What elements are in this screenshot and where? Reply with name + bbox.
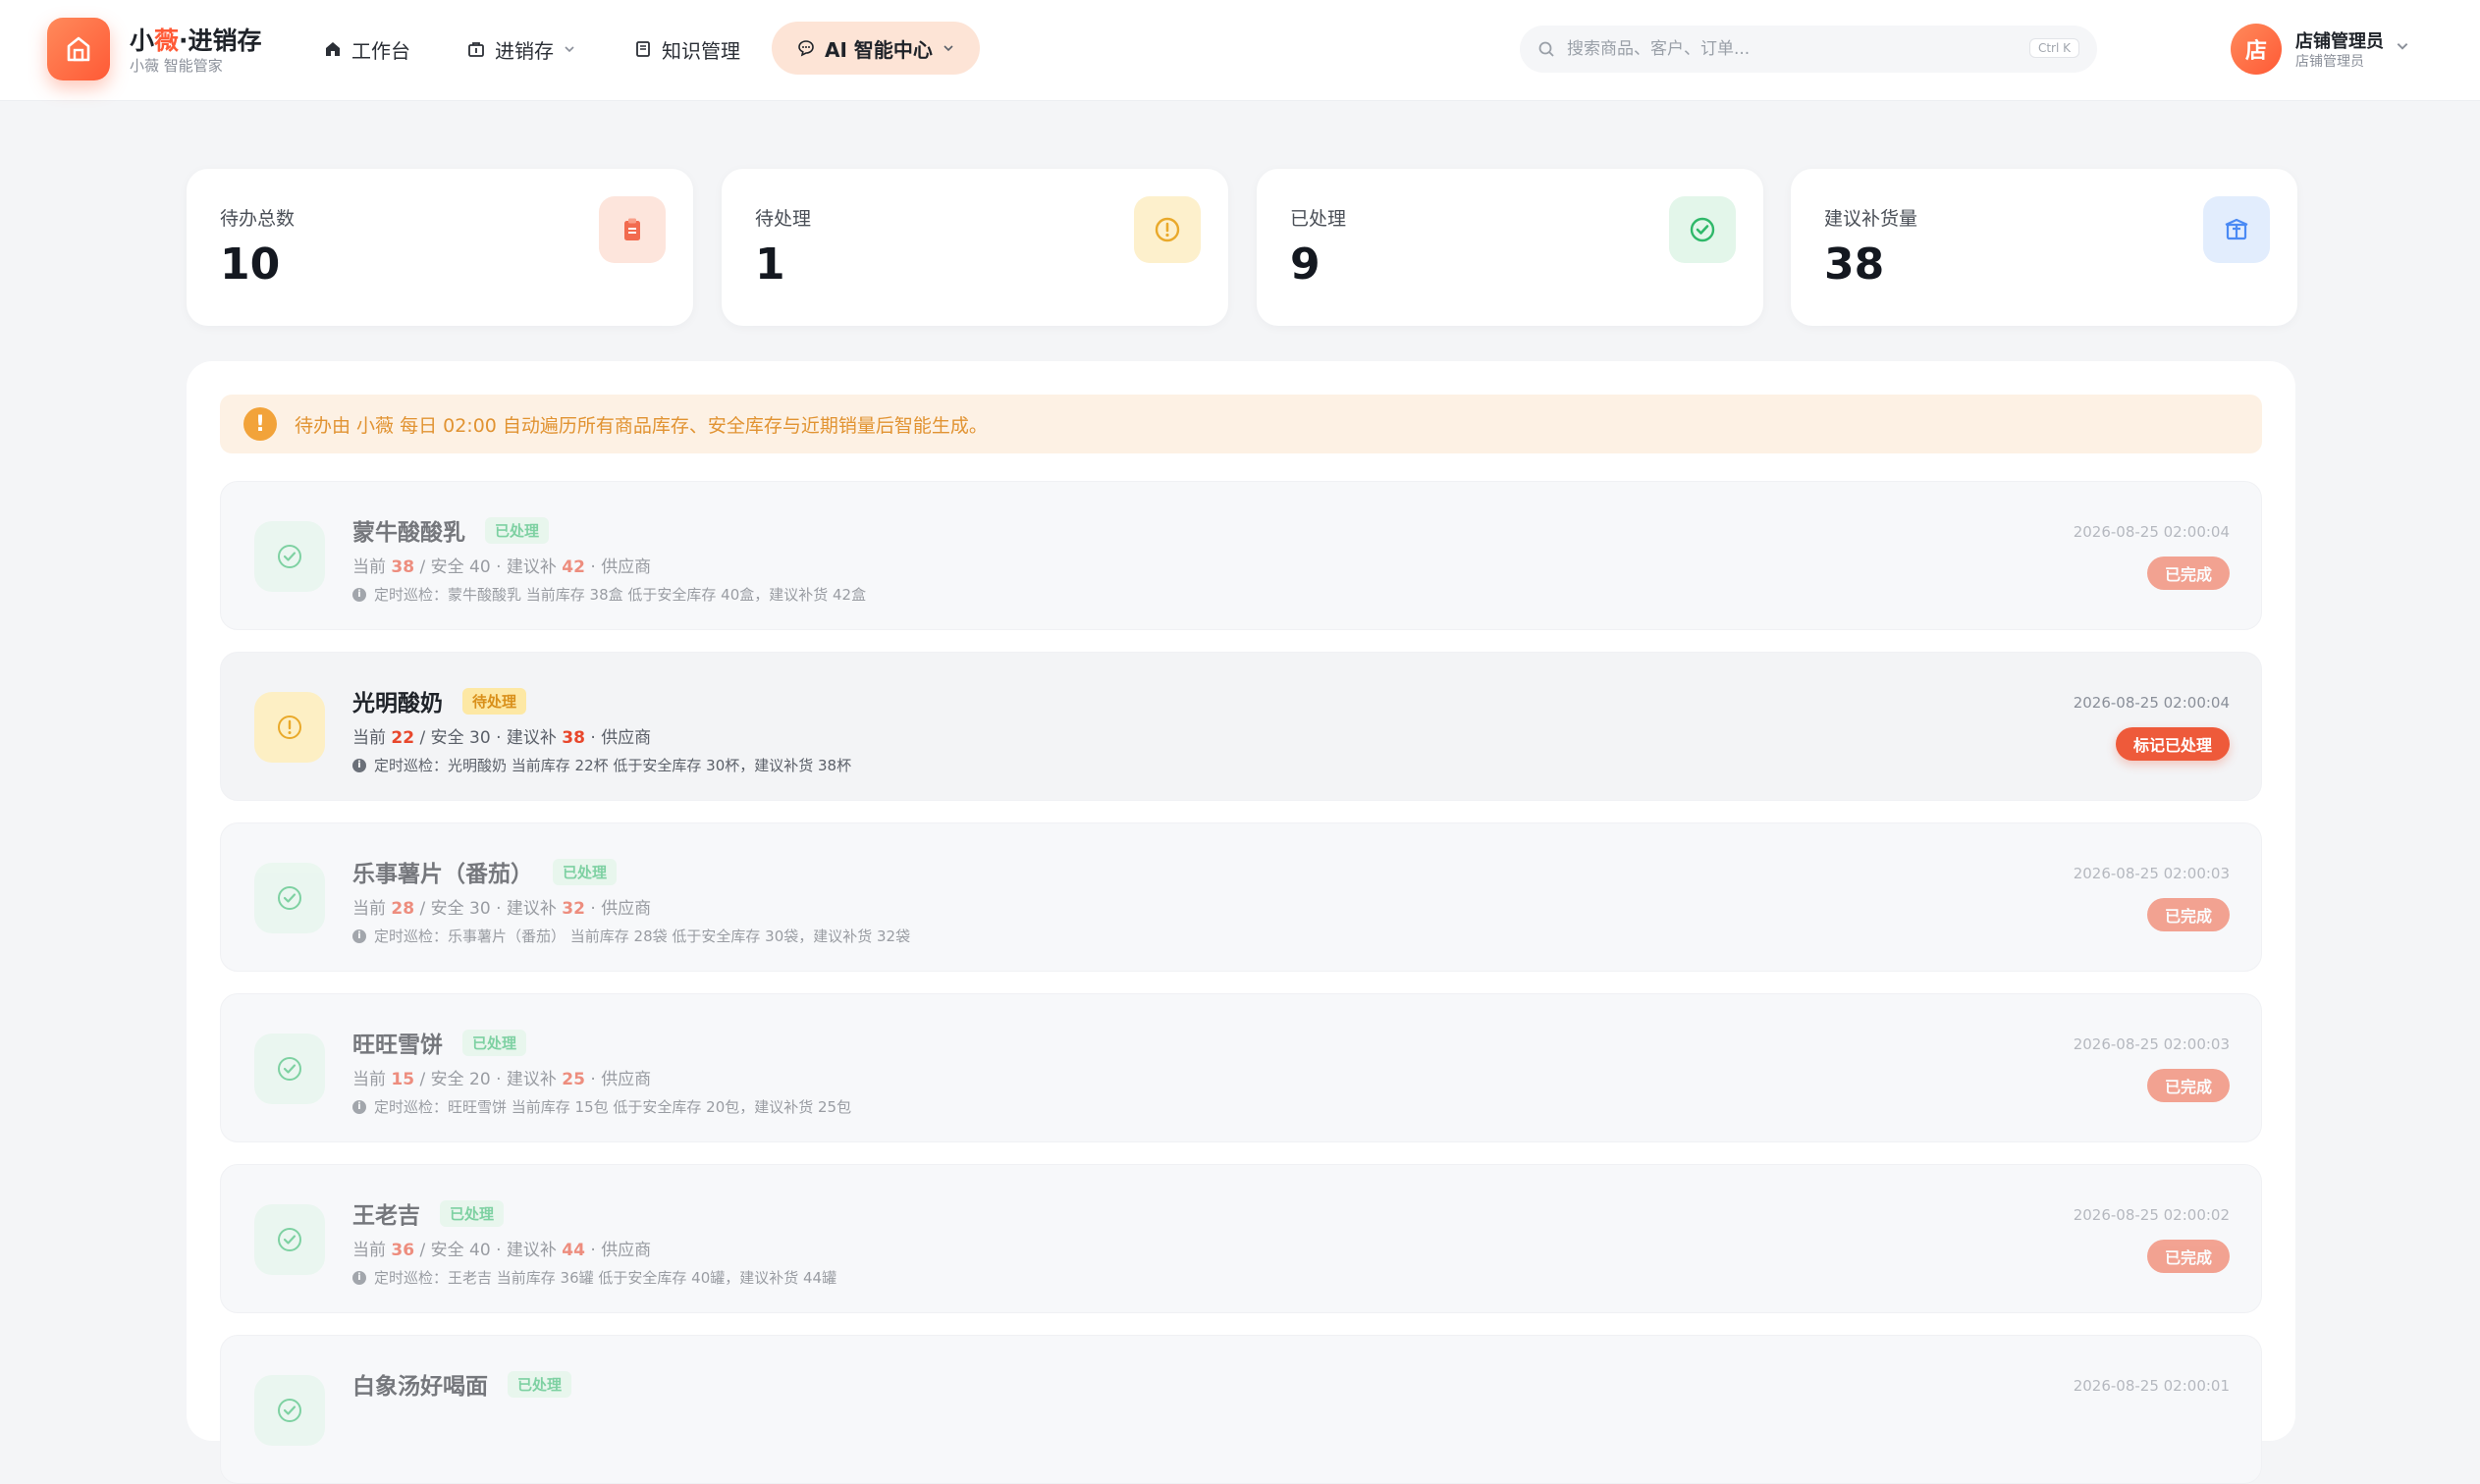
check-circle-icon xyxy=(254,1375,325,1446)
stat-card-suggest-restock: 建议补货量 38 xyxy=(1791,169,2297,326)
nav-item-ai-center[interactable]: AI 智能中心 xyxy=(772,22,980,75)
check-circle-icon xyxy=(254,1204,325,1275)
brand-name: 小薇·进销存 xyxy=(130,26,262,55)
status-badge: 待处理 xyxy=(462,687,527,715)
info-icon: i xyxy=(352,1099,366,1114)
task-done-button[interactable]: 已完成 xyxy=(2146,556,2230,590)
mark-processed-button[interactable]: 标记已处理 xyxy=(2115,727,2230,761)
task-item[interactable]: 王老吉 已处理 当前 36 / 安全 40 · 建议补 44 · 供应商 i 定… xyxy=(220,1164,2262,1313)
store-icon xyxy=(468,42,484,57)
task-item[interactable]: 旺旺雪饼 已处理 当前 15 / 安全 20 · 建议补 25 · 供应商 i … xyxy=(220,993,2262,1142)
task-title: 乐事薯片（番茄） 已处理 xyxy=(352,855,618,888)
task-stock-meta: 当前 22 / 安全 30 · 建议补 38 · 供应商 xyxy=(352,728,652,748)
stat-label: 待办总数 xyxy=(220,208,296,230)
status-badge: 已处理 xyxy=(553,858,618,885)
task-note: i 定时巡检：旺旺雪饼 当前库存 15包 低于安全库存 20包，建议补货 25包 xyxy=(352,1096,851,1117)
user-role: 店铺管理员 xyxy=(2295,54,2364,70)
chevron-down-icon xyxy=(565,46,574,53)
nav-item-inventory[interactable]: 进销存 xyxy=(467,31,575,67)
stat-label: 待处理 xyxy=(755,208,812,230)
task-stock-meta: 当前 15 / 安全 20 · 建议补 25 · 供应商 xyxy=(352,1070,652,1089)
task-title: 光明酸奶 待处理 xyxy=(352,684,527,717)
check-circle-icon xyxy=(1669,196,1736,263)
search-shortcut-hint: Ctrl K xyxy=(2028,38,2079,58)
nav-item-workbench[interactable]: 工作台 xyxy=(324,31,410,67)
task-note: i 定时巡检：王老吉 当前库存 36罐 低于安全库存 40罐，建议补货 44罐 xyxy=(352,1267,836,1288)
task-note: i 定时巡检：乐事薯片（番茄） 当前库存 28袋 低于安全库存 30袋，建议补货… xyxy=(352,926,910,946)
task-timestamp: 2026-08-25 02:00:01 xyxy=(2073,1377,2230,1395)
warning-icon: ! xyxy=(243,407,277,441)
top-navigation-bar: 小薇·进销存 小薇 智能管家 工作台 进销存 知识管理 AI 智能中心 Ctrl… xyxy=(0,0,2480,101)
info-notice: ! 待办由 小薇 每日 02:00 自动遍历所有商品库存、安全库存与近期销量后智… xyxy=(220,395,2262,453)
app-logo[interactable] xyxy=(47,18,110,80)
task-item[interactable]: 蒙牛酸酸乳 已处理 当前 38 / 安全 40 · 建议补 42 · 供应商 i… xyxy=(220,481,2262,630)
brand-subtitle: 小薇 智能管家 xyxy=(130,57,223,75)
task-done-button[interactable]: 已完成 xyxy=(2146,1240,2230,1273)
stat-value: 9 xyxy=(1290,239,1321,290)
info-icon: i xyxy=(352,928,366,943)
status-badge: 已处理 xyxy=(485,516,550,544)
task-stock-meta: 当前 38 / 安全 40 · 建议补 42 · 供应商 xyxy=(352,557,652,577)
task-title: 白象汤好喝面 已处理 xyxy=(352,1367,572,1401)
box-icon xyxy=(2203,196,2270,263)
task-timestamp: 2026-08-25 02:00:04 xyxy=(2073,523,2230,541)
stat-value: 38 xyxy=(1824,239,1885,290)
status-badge: 已处理 xyxy=(508,1370,572,1398)
task-done-button[interactable]: 已完成 xyxy=(2146,898,2230,931)
status-badge: 已处理 xyxy=(440,1199,505,1227)
task-timestamp: 2026-08-25 02:00:04 xyxy=(2073,694,2230,712)
stat-label: 建议补货量 xyxy=(1824,208,1918,230)
task-item[interactable]: 白象汤好喝面 已处理 2026-08-25 02:00:01 xyxy=(220,1335,2262,1484)
user-avatar[interactable]: 店 xyxy=(2231,24,2282,75)
info-icon: i xyxy=(352,587,366,602)
task-note: i 定时巡检：光明酸奶 当前库存 22杯 低于安全库存 30杯，建议补货 38杯 xyxy=(352,755,851,775)
check-circle-icon xyxy=(254,1034,325,1104)
task-item[interactable]: 光明酸奶 待处理 当前 22 / 安全 30 · 建议补 38 · 供应商 i … xyxy=(220,652,2262,801)
status-badge: 已处理 xyxy=(462,1029,527,1056)
task-stock-meta: 当前 36 / 安全 40 · 建议补 44 · 供应商 xyxy=(352,1241,652,1260)
task-done-button[interactable]: 已完成 xyxy=(2146,1069,2230,1102)
chevron-down-icon xyxy=(943,45,953,52)
check-circle-icon xyxy=(254,863,325,933)
notice-text: 待办由 小薇 每日 02:00 自动遍历所有商品库存、安全库存与近期销量后智能生… xyxy=(295,414,988,437)
task-title: 蒙牛酸酸乳 已处理 xyxy=(352,513,550,547)
global-search[interactable]: Ctrl K xyxy=(1520,26,2097,73)
task-title: 旺旺雪饼 已处理 xyxy=(352,1026,527,1059)
task-stock-meta: 当前 28 / 安全 30 · 建议补 32 · 供应商 xyxy=(352,899,652,919)
task-timestamp: 2026-08-25 02:00:03 xyxy=(2073,865,2230,882)
task-timestamp: 2026-08-25 02:00:02 xyxy=(2073,1206,2230,1224)
search-icon xyxy=(1538,41,1554,57)
info-icon: i xyxy=(352,758,366,772)
stat-card-processed: 已处理 9 xyxy=(1257,169,1763,326)
task-timestamp: 2026-08-25 02:00:03 xyxy=(2073,1035,2230,1053)
alert-circle-icon xyxy=(1134,196,1201,263)
alert-circle-icon xyxy=(254,692,325,763)
clipboard-icon xyxy=(599,196,666,263)
stat-value: 10 xyxy=(220,239,281,290)
stat-value: 1 xyxy=(755,239,785,290)
stat-label: 已处理 xyxy=(1290,208,1347,230)
task-item[interactable]: 乐事薯片（番茄） 已处理 当前 28 / 安全 30 · 建议补 32 · 供应… xyxy=(220,822,2262,972)
task-note: i 定时巡检：蒙牛酸酸乳 当前库存 38盒 低于安全库存 40盒，建议补货 42… xyxy=(352,584,866,605)
task-title: 王老吉 已处理 xyxy=(352,1196,505,1230)
chat-icon xyxy=(798,40,814,57)
book-icon xyxy=(636,41,650,57)
stat-card-total: 待办总数 10 xyxy=(187,169,693,326)
info-icon: i xyxy=(352,1270,366,1285)
search-input[interactable] xyxy=(1567,39,1999,59)
task-list-panel: ! 待办由 小薇 每日 02:00 自动遍历所有商品库存、安全库存与近期销量后智… xyxy=(187,361,2295,1484)
nav-item-knowledge[interactable]: 知识管理 xyxy=(634,31,740,67)
check-circle-icon xyxy=(254,521,325,592)
stat-card-pending: 待处理 1 xyxy=(722,169,1228,326)
user-name[interactable]: 店铺管理员 xyxy=(2295,27,2384,53)
shop-icon xyxy=(67,36,90,62)
home-icon xyxy=(326,42,340,56)
chevron-down-icon[interactable] xyxy=(2396,39,2409,53)
